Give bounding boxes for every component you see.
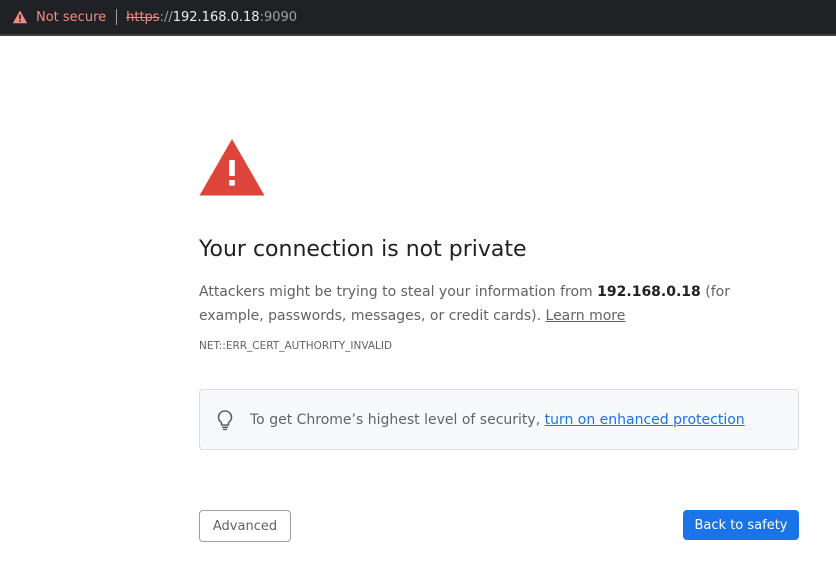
omnibox[interactable]: Not secure https://192.168.0.18:9090 bbox=[0, 0, 297, 34]
error-code: NET::ERR_CERT_AUTHORITY_INVALID bbox=[199, 340, 393, 352]
back-to-safety-button[interactable]: Back to safety bbox=[683, 510, 799, 540]
warning-triangle-icon bbox=[199, 139, 265, 196]
enhanced-protection-link[interactable]: turn on enhanced protection bbox=[545, 412, 745, 428]
address-bar: Not secure https://192.168.0.18:9090 bbox=[0, 0, 836, 36]
lightbulb-icon bbox=[217, 409, 233, 430]
tip-text: To get Chrome’s highest level of securit… bbox=[250, 411, 541, 428]
advanced-button[interactable]: Advanced bbox=[199, 510, 291, 542]
url-host: 192.168.0.18 bbox=[172, 9, 260, 25]
learn-more-link[interactable]: Learn more bbox=[546, 308, 626, 324]
url-port: :9090 bbox=[259, 9, 298, 25]
page-title: Your connection is not private bbox=[199, 237, 527, 262]
url-separator: :// bbox=[159, 9, 173, 25]
description-host: 192.168.0.18 bbox=[597, 284, 701, 300]
url-text[interactable]: https://192.168.0.18:9090 bbox=[126, 10, 297, 25]
not-secure-label[interactable]: Not secure bbox=[36, 10, 106, 25]
description-prefix: Attackers might be trying to steal your … bbox=[199, 284, 598, 300]
warning-description: Attackers might be trying to steal your … bbox=[199, 280, 799, 328]
enhanced-protection-tip: To get Chrome’s highest level of securit… bbox=[199, 389, 799, 450]
omnibox-divider bbox=[116, 9, 118, 25]
warning-triangle-icon[interactable] bbox=[12, 9, 28, 25]
url-scheme: https bbox=[126, 9, 160, 25]
interstitial-content: Your connection is not private Attackers… bbox=[199, 138, 799, 450]
action-buttons: Advanced Back to safety bbox=[199, 510, 799, 542]
